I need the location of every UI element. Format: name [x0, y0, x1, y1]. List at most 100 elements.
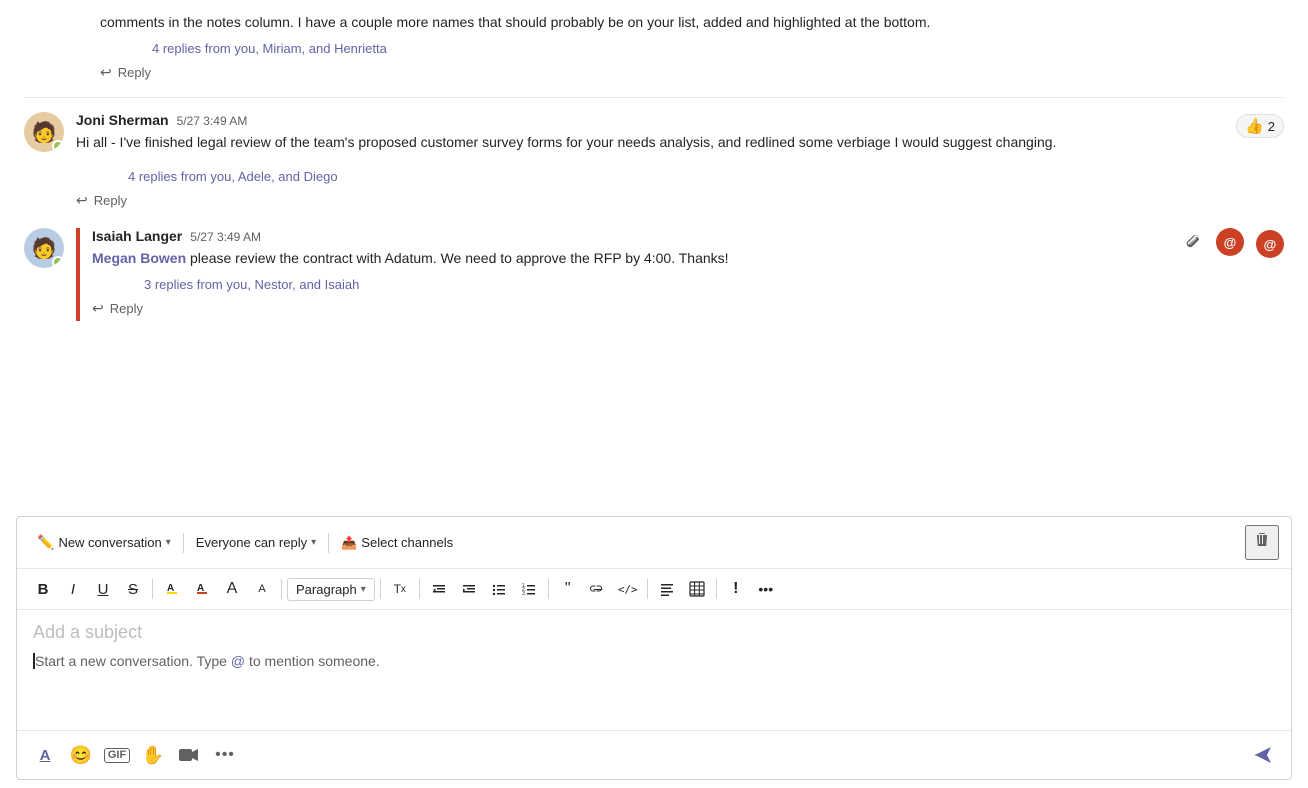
decrease-font-button[interactable]: A — [248, 575, 276, 603]
avatar-status-joni — [52, 140, 64, 152]
formatting-toolbar: B I U S A A A A Paragraph ▾ — [17, 569, 1291, 610]
joni-message-block: 🧑 Joni Sherman 5/27 3:49 AM Hi all - I'v… — [24, 98, 1284, 214]
fmt-sep-6 — [647, 579, 648, 599]
fmt-sep-7 — [716, 579, 717, 599]
joni-reaction-count: 2 — [1268, 119, 1275, 134]
paragraph-label: Paragraph — [296, 582, 357, 597]
replies-link-first[interactable]: 4 replies from you, Miriam, and Henriett… — [152, 41, 1260, 56]
isaiah-replies-link[interactable]: 3 replies from you, Nestor, and Isaiah — [144, 277, 1244, 292]
delete-compose-button[interactable] — [1245, 525, 1279, 560]
reply-label-first[interactable]: Reply — [118, 65, 151, 80]
compose-body[interactable]: Add a subject Start a new conversation. … — [17, 610, 1291, 730]
isaiah-avatar-col: 🧑 — [24, 228, 64, 321]
new-conversation-button[interactable]: ✏️ New conversation ▾ — [29, 530, 179, 555]
everyone-can-reply-label: Everyone can reply — [196, 535, 307, 550]
bold-button[interactable]: B — [29, 575, 57, 603]
code-button[interactable]: </> — [614, 575, 642, 603]
avatar-status-inner-joni — [54, 142, 62, 150]
isaiah-outer-block: 🧑 Isaiah Langer 5/27 3:49 AM Megan Bowen… — [24, 214, 1284, 321]
at-symbol: @ — [231, 653, 245, 669]
avatar-figure-joni: 🧑 — [32, 120, 57, 145]
isaiah-reply-action[interactable]: ↩ Reply — [92, 296, 1244, 321]
bullet-list-button[interactable] — [485, 575, 513, 603]
emoji-button[interactable]: 😊 — [65, 739, 97, 771]
subject-line[interactable]: Add a subject — [33, 622, 1275, 643]
everyone-can-reply-chevron-icon: ▾ — [311, 537, 316, 548]
chat-container: comments in the notes column. I have a c… — [0, 0, 1308, 788]
format-text-icon: A — [40, 747, 51, 764]
body-placeholder[interactable]: Start a new conversation. Type @ to ment… — [33, 651, 1275, 672]
at-mention-icon[interactable]: @ — [1216, 228, 1244, 256]
paragraph-chevron-icon: ▾ — [361, 584, 366, 595]
fmt-sep-1 — [152, 579, 153, 599]
joni-reply-action[interactable]: ↩ Reply — [76, 188, 1284, 213]
indent-button[interactable] — [455, 575, 483, 603]
isaiah-message-time: 5/27 3:49 AM — [190, 230, 261, 244]
reply-action-first[interactable]: ↩ Reply — [100, 60, 1260, 85]
compose-area: ✏️ New conversation ▾ Everyone can reply… — [16, 516, 1292, 780]
at-icon-right-col: @ — [1244, 228, 1284, 321]
isaiah-message-header: Isaiah Langer 5/27 3:49 AM — [92, 228, 1244, 244]
align-button[interactable] — [653, 575, 681, 603]
outdent-button[interactable] — [425, 575, 453, 603]
attachment-icon[interactable] — [1180, 228, 1208, 256]
fmt-sep-4 — [419, 579, 420, 599]
isaiah-text-after-mention: please review the contract with Adatum. … — [186, 250, 728, 266]
joni-replies-link[interactable]: 4 replies from you, Adele, and Diego — [128, 169, 1284, 184]
priority-button[interactable]: ! — [722, 575, 750, 603]
sticker-button[interactable]: ✋ — [137, 739, 169, 771]
highlight-button[interactable]: A — [158, 575, 186, 603]
fmt-sep-5 — [548, 579, 549, 599]
clear-formatting-button[interactable]: Tx — [386, 575, 414, 603]
joni-message-time: 5/27 3:49 AM — [177, 114, 248, 128]
highlight-icon: A — [164, 580, 180, 599]
strikethrough-button[interactable]: S — [119, 575, 147, 603]
more-footer-button[interactable]: ••• — [209, 739, 241, 771]
isaiah-message-text: Megan Bowen please review the contract w… — [92, 248, 1244, 269]
avatar-isaiah: 🧑 — [24, 228, 64, 268]
svg-text:A: A — [167, 583, 174, 594]
gif-button[interactable]: GIF — [101, 739, 133, 771]
at-mention-icon-right[interactable]: @ — [1256, 230, 1284, 258]
joni-message-row: 🧑 Joni Sherman 5/27 3:49 AM Hi all - I'v… — [24, 112, 1284, 153]
select-channels-button[interactable]: 📤 Select channels — [333, 531, 461, 555]
fmt-sep-2 — [281, 579, 282, 599]
hand-sticker-icon: ✋ — [142, 745, 164, 766]
link-button[interactable] — [584, 575, 612, 603]
underline-button[interactable]: U — [89, 575, 117, 603]
font-color-icon: A — [194, 580, 210, 599]
everyone-can-reply-button[interactable]: Everyone can reply ▾ — [188, 531, 324, 554]
avatar-status-inner-isaiah — [54, 258, 62, 266]
isaiah-sender-name: Isaiah Langer — [92, 228, 182, 244]
more-formatting-button[interactable]: ••• — [752, 575, 780, 603]
quote-button[interactable]: " — [554, 575, 582, 603]
joni-reaction-badge[interactable]: 👍 2 — [1236, 114, 1284, 138]
fmt-sep-3 — [380, 579, 381, 599]
meet-now-button[interactable] — [173, 739, 205, 771]
table-button[interactable] — [683, 575, 711, 603]
megan-mention[interactable]: Megan Bowen — [92, 250, 186, 266]
italic-button[interactable]: I — [59, 575, 87, 603]
body-placeholder-text2: to mention someone. — [245, 653, 380, 669]
font-color-button[interactable]: A — [188, 575, 216, 603]
thumbs-up-emoji: 👍 — [1245, 117, 1264, 135]
new-conversation-label: New conversation — [58, 535, 161, 550]
send-button[interactable] — [1247, 739, 1279, 771]
joni-message-content: Joni Sherman 5/27 3:49 AM Hi all - I've … — [76, 112, 1284, 153]
new-conversation-chevron-icon: ▾ — [166, 537, 171, 548]
increase-font-button[interactable]: A — [218, 575, 246, 603]
toolbar-sep-1 — [183, 533, 184, 553]
format-text-footer-button[interactable]: A — [29, 739, 61, 771]
isaiah-reply-arrow-icon: ↩ — [92, 300, 104, 317]
reply-arrow-icon: ↩ — [100, 64, 112, 81]
joni-reply-label[interactable]: Reply — [94, 193, 127, 208]
joni-message-header: Joni Sherman 5/27 3:49 AM — [76, 112, 1284, 128]
isaiah-message-actions: @ — [1180, 228, 1244, 256]
numbered-list-button[interactable]: 1.2.3. — [515, 575, 543, 603]
isaiah-reply-label[interactable]: Reply — [110, 301, 143, 316]
paragraph-dropdown[interactable]: Paragraph ▾ — [287, 578, 375, 601]
joni-reply-arrow-icon: ↩ — [76, 192, 88, 209]
avatar-status-isaiah — [52, 256, 64, 268]
spacer — [24, 321, 1284, 333]
compose-toolbar-top: ✏️ New conversation ▾ Everyone can reply… — [17, 517, 1291, 569]
